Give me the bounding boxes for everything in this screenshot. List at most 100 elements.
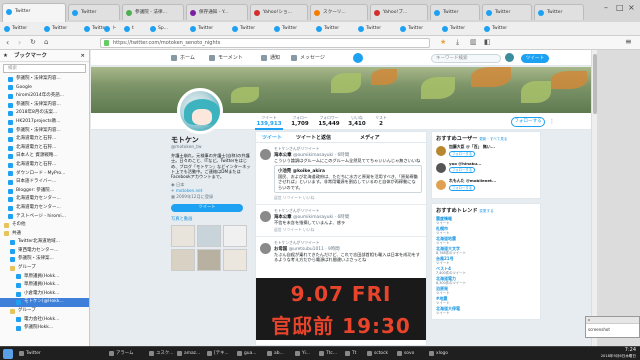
bookmark-item[interactable]: ダウンロード - MyPro...: [0, 170, 89, 179]
bookmark-item[interactable]: Twitter: [44, 25, 67, 33]
taskbar-item[interactable]: [テキ...: [206, 349, 229, 359]
taskbar-item[interactable]: ab...: [266, 349, 284, 359]
compose-tweet-button[interactable]: ツイート: [521, 54, 549, 63]
trend-item[interactable]: ベスト4 7,400件のツイート: [436, 266, 536, 276]
back-icon[interactable]: ‹: [6, 38, 9, 47]
minimize-icon[interactable]: –: [604, 3, 608, 12]
bookmark-item[interactable]: Twitter: [316, 25, 339, 33]
bookmark-item[interactable]: Twitter: [190, 25, 213, 33]
nav-moments[interactable]: モーメント: [209, 54, 243, 62]
close-icon[interactable]: ×: [80, 50, 85, 62]
taskbar-item[interactable]: Tt: [344, 349, 356, 359]
suggested-user[interactable]: れもんた @mobilenet... フォローする: [436, 178, 536, 195]
suggested-user[interactable]: yoo @hinaku... フォローする: [436, 161, 536, 178]
nav-home[interactable]: ホーム: [171, 54, 195, 62]
bookmark-item[interactable]: Blogger: 参議院...: [0, 187, 89, 196]
bookmark-item[interactable]: 北海道電力センター...: [0, 195, 89, 204]
home-icon[interactable]: ⌂: [44, 38, 48, 46]
tab[interactable]: Twitter: [430, 4, 480, 20]
sidebar-search-input[interactable]: 検索: [3, 64, 86, 73]
trend-item[interactable]: 震度情報 ツイート: [436, 216, 536, 226]
bookmark-folder[interactable]: グループ: [0, 264, 89, 273]
bookmark-item[interactable]: 参議院・法律案内容...: [0, 101, 89, 110]
bookmark-item[interactable]: 参議院Hokk...: [0, 324, 89, 333]
taskbar-item[interactable]: Yi...: [294, 349, 310, 359]
tab[interactable]: 参議院 - 法律...: [122, 4, 184, 20]
media-thumbnail[interactable]: [223, 225, 247, 248]
bookmark-item[interactable]: ト: [104, 25, 117, 33]
bookmark-item[interactable]: Google: [0, 84, 89, 93]
bookmark-folder[interactable]: グループ: [0, 307, 89, 316]
screenshot-popup[interactable]: x screenshot: [585, 316, 640, 338]
taskbar-item[interactable]: sovo: [396, 349, 414, 359]
tab[interactable]: Twitter: [534, 4, 584, 20]
trend-item[interactable]: #地震 ツイート: [436, 296, 536, 306]
media-thumbnail[interactable]: [171, 249, 195, 272]
tab[interactable]: 保存通知 - Y...: [186, 4, 248, 20]
avatar[interactable]: [505, 53, 514, 62]
bookmark-item[interactable]: 北海道電力と石狩...: [0, 161, 89, 170]
nav-messages[interactable]: メッセージ: [291, 54, 325, 62]
media-thumbnail[interactable]: [197, 249, 221, 272]
tweet[interactable]: モトケンさんがリツイート 海本公章 @oumikimasayuki · 6時間 …: [256, 143, 426, 205]
taskbar-item[interactable]: Twitter: [18, 349, 41, 359]
bookmark-item[interactable]: 参議院・法律案内容...: [0, 127, 89, 136]
tweet-actions[interactable]: 返信 リツイート いいね: [274, 195, 422, 201]
bookmark-item[interactable]: 北海道電力センター...: [0, 204, 89, 213]
avatar[interactable]: [260, 243, 271, 255]
quoted-tweet[interactable]: 小池晃 @koike_akira 国民、および北海道政府は、ただちに水力と原発を…: [274, 165, 422, 193]
bookmark-item[interactable]: 東西電力センター...: [0, 247, 89, 256]
bookmark-item[interactable]: Twitter: [358, 25, 381, 33]
tweet[interactable]: モトケンさんがリツイート お母国 @uretsubu1011 · 9時間 たぶん…: [256, 237, 426, 265]
bookmark-item[interactable]: Twitter: [400, 25, 423, 33]
twitter-bird-icon[interactable]: [353, 53, 363, 63]
library-icon[interactable]: ▥: [470, 38, 477, 46]
refresh-link[interactable]: 更新 · すべて見る: [479, 137, 507, 141]
tab[interactable]: Twitter: [68, 4, 120, 20]
stat-likes[interactable]: いいね 3,410: [345, 115, 369, 127]
bookmark-item[interactable]: モトケン(@Hokk...: [0, 298, 89, 308]
tab-twitter-active[interactable]: Twitter: [2, 3, 66, 22]
bookmark-item[interactable]: 2018年8月の法案...: [0, 109, 89, 118]
bookmark-folder[interactable]: その他: [0, 221, 89, 230]
media-thumbnail[interactable]: [197, 225, 221, 248]
stat-tweets[interactable]: ツイート 139,913: [255, 115, 283, 130]
tab-tweets-replies[interactable]: ツイートと返信: [296, 134, 331, 141]
tab-tweets[interactable]: ツイート: [262, 134, 282, 141]
bookmark-item[interactable]: 小倉電力(Hokk...: [0, 290, 89, 299]
trend-item[interactable]: 札幌市 ツイート: [436, 226, 536, 236]
nav-notifications[interactable]: 通知: [261, 54, 280, 62]
tweet-image[interactable]: 9.07 FRI 官邸前 19:30: [256, 278, 426, 340]
trend-item[interactable]: 北海道大停電 ツイート: [436, 306, 536, 316]
bookmark-item[interactable]: Sp...: [150, 25, 168, 33]
bookmark-item[interactable]: 草原議員(Hokk...: [0, 281, 89, 290]
address-bar[interactable]: https://twitter.com/motoken_senoto_night…: [100, 38, 430, 48]
taskbar-item[interactable]: ユスク...: [148, 349, 173, 359]
trend-item[interactable]: 北海道大文字 8,768件のツイート: [436, 246, 536, 256]
bookmark-item[interactable]: 草原議員(Hokk...: [0, 273, 89, 282]
change-link[interactable]: 変更する: [479, 209, 493, 213]
trend-item[interactable]: 北海道地震 ツイート: [436, 236, 536, 246]
profile-avatar[interactable]: [177, 88, 223, 134]
taskbar-item[interactable]: gua...: [236, 349, 256, 359]
stat-following[interactable]: フォロー 1,709: [287, 115, 313, 127]
bookmark-item[interactable]: Twitter北海道地域...: [0, 238, 89, 247]
forward-icon[interactable]: ›: [18, 38, 21, 47]
tweet-actions[interactable]: 返信 リツイート いいね: [274, 227, 422, 233]
bookmark-item[interactable]: 日本語ドライバー...: [0, 178, 89, 187]
bookmark-item[interactable]: t: [124, 25, 134, 33]
bookmark-item[interactable]: Twitter: [484, 25, 507, 33]
avatar[interactable]: [436, 163, 446, 173]
taskbar-item[interactable]: sctock: [366, 349, 388, 359]
bookmark-folder[interactable]: 共通: [0, 230, 89, 239]
trend-item[interactable]: 北海道電力 8,300件のツイート: [436, 276, 536, 286]
maximize-icon[interactable]: □: [616, 3, 624, 12]
bookmark-item[interactable]: 参議院・法律案内容...: [0, 75, 89, 84]
media-thumbnail[interactable]: [171, 225, 195, 248]
follow-button[interactable]: フォローする: [449, 167, 475, 173]
start-menu-icon[interactable]: [3, 349, 13, 359]
follow-button[interactable]: フォローする: [511, 117, 545, 127]
avatar[interactable]: [436, 180, 446, 190]
taskbar-item[interactable]: amaz...: [176, 349, 200, 359]
profile-link[interactable]: motoken.net: [176, 188, 203, 193]
